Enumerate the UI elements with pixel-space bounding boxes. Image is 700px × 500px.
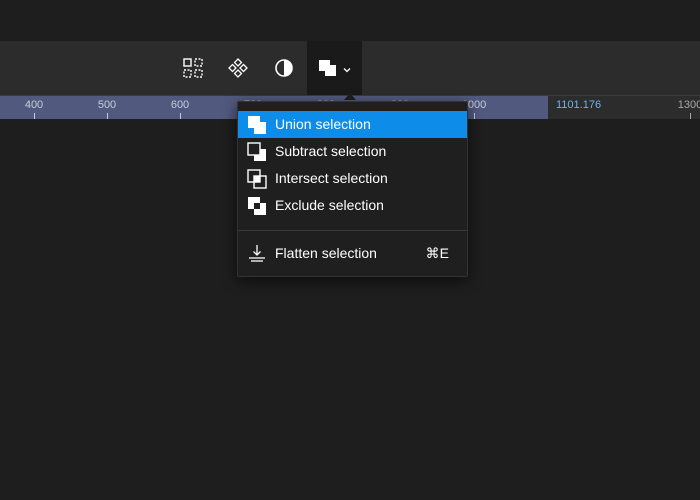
title-bar bbox=[0, 0, 700, 41]
component-icon bbox=[228, 58, 248, 78]
ruler-tick-label: 400 bbox=[24, 99, 44, 111]
chevron-down-icon bbox=[343, 68, 350, 73]
menu-divider bbox=[238, 230, 467, 231]
union-icon bbox=[248, 116, 266, 134]
intersect-icon bbox=[247, 169, 267, 189]
toolbar bbox=[0, 41, 700, 95]
menu-item-label: Intersect selection bbox=[275, 170, 388, 186]
app-window: 400 500 600 700 800 900 1000 1101.176 13… bbox=[0, 0, 700, 500]
ruler-tick-label: 600 bbox=[170, 99, 190, 111]
flatten-icon bbox=[249, 245, 265, 262]
menu-item-subtract-selection[interactable]: Subtract selection bbox=[238, 138, 467, 165]
subtract-icon bbox=[247, 142, 266, 161]
menu-pointer-caret bbox=[344, 93, 356, 100]
menu-item-exclude-selection[interactable]: Exclude selection bbox=[238, 192, 467, 219]
menu-item-label: Subtract selection bbox=[275, 143, 387, 159]
frame-selection-button[interactable] bbox=[174, 41, 212, 95]
boolean-operations-menu: Union selection Subtract selection Inter… bbox=[237, 101, 468, 277]
ruler-selection-readout: 1101.176 bbox=[556, 99, 602, 111]
menu-item-intersect-selection[interactable]: Intersect selection bbox=[238, 165, 467, 192]
menu-item-label: Exclude selection bbox=[275, 197, 384, 213]
menu-item-flatten-selection[interactable]: Flatten selection ⌘E bbox=[238, 240, 467, 267]
menu-item-label: Union selection bbox=[275, 116, 371, 132]
boolean-operations-button[interactable] bbox=[307, 41, 362, 95]
mask-button[interactable] bbox=[265, 41, 303, 95]
menu-item-union-selection[interactable]: Union selection bbox=[238, 111, 467, 138]
frame-selection-icon bbox=[183, 58, 203, 78]
boolean-operations-icon bbox=[318, 60, 336, 76]
mask-icon bbox=[275, 59, 293, 77]
ruler-tick-label: 500 bbox=[97, 99, 117, 111]
keyboard-shortcut: ⌘E bbox=[425, 245, 449, 261]
menu-item-label: Flatten selection bbox=[275, 245, 377, 261]
exclude-icon bbox=[248, 197, 266, 215]
ruler-tick-label: 1300 bbox=[677, 99, 700, 111]
component-button[interactable] bbox=[219, 41, 257, 95]
